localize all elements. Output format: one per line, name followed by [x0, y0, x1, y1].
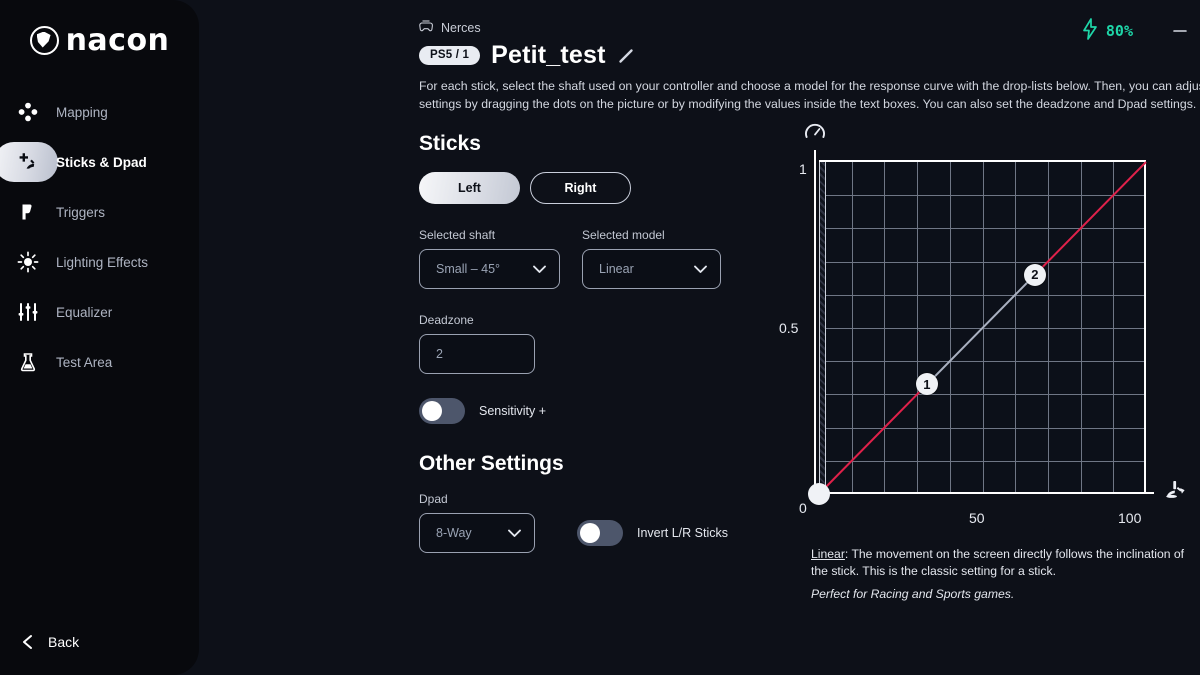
sidebar-item-label: Equalizer — [56, 304, 113, 320]
selected-model-value: Linear — [599, 262, 634, 276]
flask-icon — [14, 348, 42, 376]
curve-model-name: Linear — [811, 547, 845, 561]
toggle-knob — [422, 401, 442, 421]
dpad-value: 8-Way — [436, 526, 472, 540]
brand-name: nacon — [65, 22, 170, 58]
selected-model-label: Selected model — [582, 228, 665, 242]
sensitivity-row: Sensitivity + — [419, 398, 764, 424]
trigger-icon — [14, 198, 42, 226]
sun-icon — [14, 248, 42, 276]
response-curve-line — [818, 161, 1147, 495]
owner-name: Nerces — [441, 21, 481, 35]
sticks-section-title: Sticks — [419, 132, 481, 155]
dpad-icon — [14, 98, 42, 126]
sticks-panel: Sticks Left Right Selected shaft Small –… — [419, 132, 764, 424]
stick-tabs: Left Right — [419, 172, 764, 204]
sidebar-item-label: Sticks & Dpad — [56, 154, 147, 170]
invert-sticks-toggle[interactable] — [577, 520, 623, 546]
plot-area[interactable]: 1 2 — [808, 160, 1147, 505]
platform-badge: PS5 / 1 — [419, 46, 481, 65]
curve-segment — [926, 274, 1036, 386]
curve-description: Linear: The movement on the screen direc… — [811, 546, 1191, 603]
sidebar-item-label: Test Area — [56, 354, 113, 370]
curve-point-0-handle[interactable] — [808, 483, 830, 505]
chevron-down-icon — [532, 264, 547, 274]
sidebar-item-sticks-dpad[interactable]: Sticks & Dpad — [0, 140, 199, 184]
y-tick-0-5: 0.5 — [779, 320, 799, 336]
minimize-button[interactable] — [1163, 14, 1197, 48]
curve-segment — [818, 383, 928, 495]
point-marker-label: 1 — [923, 376, 931, 392]
tab-right-stick[interactable]: Right — [530, 172, 631, 204]
battery-level: 80% — [1105, 22, 1133, 40]
x-tick-100: 100 — [1118, 510, 1142, 526]
sensitivity-label: Sensitivity + — [479, 404, 547, 418]
selected-model-select[interactable]: Linear — [582, 249, 721, 289]
main-content: 80% Nerces PS5 / 1 Petit_test For each s… — [199, 0, 1200, 675]
selected-shaft-select[interactable]: Small – 45° — [419, 249, 560, 289]
dpad-label: Dpad — [419, 492, 448, 506]
response-curve-chart[interactable]: 1 0.5 0 50 100 1 2 — [774, 115, 1200, 535]
tab-label: Left — [458, 181, 481, 195]
curve-point-2-handle[interactable]: 2 — [1023, 263, 1046, 286]
controller-icon — [419, 20, 434, 36]
sidebar: nacon Mapping Sticks & Dpad Triggers Lig… — [0, 0, 199, 675]
toggle-knob — [580, 523, 600, 543]
pencil-icon[interactable] — [617, 47, 635, 65]
y-tick-1: 1 — [799, 161, 807, 177]
shaft-field-group: Selected shaft Small – 45° — [419, 228, 560, 289]
sensitivity-toggle[interactable] — [419, 398, 465, 424]
y-tick-0: 0 — [799, 500, 807, 516]
deadzone-input[interactable]: 2 — [419, 334, 535, 374]
point-marker-label: 2 — [1031, 267, 1039, 283]
selected-shaft-value: Small – 45° — [436, 262, 501, 276]
gauge-icon — [804, 121, 826, 146]
chevron-down-icon — [507, 528, 522, 538]
selected-shaft-label: Selected shaft — [419, 228, 496, 242]
deadzone-label: Deadzone — [419, 313, 474, 327]
other-settings-panel: Other Settings Dpad 8-Way Invert L/R Sti… — [419, 452, 779, 553]
dpad-field-group: Dpad 8-Way — [419, 492, 535, 553]
brand-logo: nacon — [0, 0, 199, 72]
model-field-group: Selected model Linear — [582, 228, 721, 289]
deadzone-field-group: Deadzone 2 — [419, 313, 535, 374]
invert-sticks-label: Invert L/R Sticks — [637, 526, 728, 540]
sidebar-item-label: Mapping — [56, 104, 108, 120]
chevron-left-icon — [20, 634, 36, 650]
curve-description-body: : The movement on the screen directly fo… — [811, 547, 1185, 578]
stick-tilt-icon — [1164, 479, 1188, 506]
curve-tagline: Perfect for Racing and Sports games. — [811, 587, 1015, 601]
sidebar-item-test-area[interactable]: Test Area — [0, 340, 199, 384]
back-label: Back — [48, 634, 80, 650]
bolt-icon — [1081, 17, 1099, 45]
sidebar-nav: Mapping Sticks & Dpad Triggers Lighting … — [0, 90, 199, 384]
curve-segment — [1034, 161, 1147, 276]
sidebar-item-label: Lighting Effects — [56, 254, 149, 270]
deadzone-value: 2 — [436, 347, 443, 361]
sidebar-item-mapping[interactable]: Mapping — [0, 90, 199, 134]
page-header: Nerces PS5 / 1 Petit_test For each stick… — [199, 0, 1200, 113]
sidebar-item-triggers[interactable]: Triggers — [0, 190, 199, 234]
dpad-select[interactable]: 8-Way — [419, 513, 535, 553]
y-axis-line — [814, 150, 816, 498]
other-settings-title: Other Settings — [419, 452, 564, 475]
tab-label: Right — [564, 181, 597, 195]
sidebar-item-lighting-effects[interactable]: Lighting Effects — [0, 240, 199, 284]
shaft-model-row: Selected shaft Small – 45° Selected mode… — [419, 228, 764, 289]
page-title: Petit_test — [491, 41, 606, 69]
app-window: nacon Mapping Sticks & Dpad Triggers Lig… — [0, 0, 1200, 675]
back-button[interactable]: Back — [0, 609, 199, 675]
tab-left-stick[interactable]: Left — [419, 172, 520, 204]
invert-row: Invert L/R Sticks — [577, 520, 728, 553]
nacon-logo-icon — [29, 25, 59, 55]
x-tick-50: 50 — [969, 510, 985, 526]
sidebar-item-label: Triggers — [56, 204, 106, 220]
sidebar-item-equalizer[interactable]: Equalizer — [0, 290, 199, 334]
battery-indicator: 80% — [1081, 17, 1133, 45]
stick-dpad-icon — [14, 148, 42, 176]
equalizer-icon — [14, 298, 42, 326]
intro-text: For each stick, select the shaft used on… — [419, 79, 1200, 111]
window-titlebar: 80% — [1081, 14, 1200, 48]
chevron-down-icon — [693, 264, 708, 274]
